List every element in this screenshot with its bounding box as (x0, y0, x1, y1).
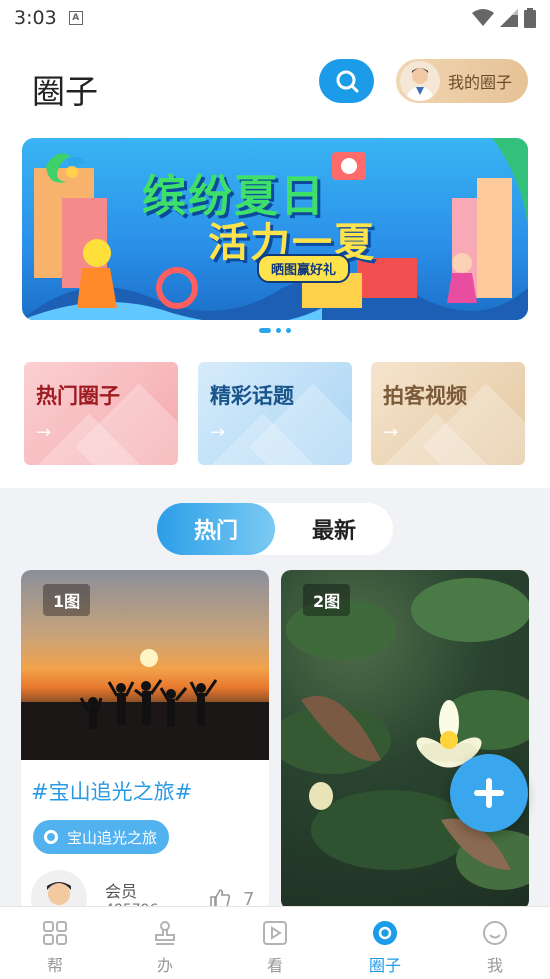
category-topics[interactable]: 精彩话题 → (198, 362, 352, 465)
tab-label: 我 (486, 956, 503, 975)
tab-latest[interactable]: 最新 (275, 503, 393, 555)
tab-label: 看 (266, 956, 283, 975)
search-icon (336, 70, 358, 93)
banner-ribbon: 晒图赢好礼 (257, 254, 351, 283)
photo-count-badge: 1图 (43, 584, 91, 616)
plus-icon (474, 778, 504, 808)
category-label: 拍客视频 (383, 384, 467, 408)
grid-icon (43, 921, 67, 945)
avatar (400, 61, 440, 101)
author-avatar[interactable] (31, 870, 87, 910)
smile-icon (483, 921, 507, 945)
tab-me[interactable]: 我 (440, 907, 550, 979)
post-card[interactable]: 1图 #宝山追光之旅# 宝山追光之旅 会员 485796 7 (21, 570, 269, 910)
circle-icon (373, 921, 397, 945)
status-bar: 3:03 A (0, 0, 550, 36)
notification-icon: A (68, 11, 83, 25)
arrow-right-icon: → (210, 422, 226, 443)
create-post-button[interactable] (450, 754, 528, 832)
category-label: 热门圈子 (36, 384, 120, 408)
status-icons (472, 8, 536, 28)
tab-label: 圈子 (368, 956, 401, 975)
author-name: 会员 (105, 882, 138, 901)
tab-watch[interactable]: 看 (220, 907, 330, 979)
signal-icon (500, 9, 518, 27)
header: 圈子 我的圈子 (0, 50, 550, 120)
my-circle-button[interactable]: 我的圈子 (396, 59, 528, 103)
status-time: 3:03 (14, 7, 57, 29)
page-title: 圈子 (32, 72, 98, 111)
category-videos[interactable]: 拍客视频 → (371, 362, 525, 465)
arrow-right-icon: → (36, 422, 52, 443)
promo-banner[interactable]: 缤纷夏日 活力一夏 晒图赢好礼 (22, 138, 528, 320)
feed-tab-switch: 热门 最新 (157, 503, 393, 555)
tab-services[interactable]: 办 (110, 907, 220, 979)
search-button[interactable] (319, 59, 374, 103)
play-icon (263, 921, 287, 945)
topic-tag-label: 宝山追光之旅 (67, 828, 158, 847)
carousel-dot[interactable] (286, 328, 291, 333)
tab-help[interactable]: 帮 (0, 907, 110, 979)
carousel-dot-active[interactable] (259, 328, 271, 333)
carousel-indicator (0, 328, 550, 333)
my-circle-label: 我的圈子 (448, 73, 513, 92)
banner-logo-icon (46, 153, 86, 183)
tab-label: 帮 (46, 956, 63, 975)
wifi-icon (472, 9, 494, 26)
photo-count-badge: 2图 (303, 584, 351, 616)
tab-circle[interactable]: 圈子 (330, 907, 440, 979)
tab-hot[interactable]: 热门 (157, 503, 275, 555)
post-title[interactable]: #宝山追光之旅# (31, 776, 192, 806)
battery-icon (524, 8, 536, 28)
stamp-icon (155, 921, 175, 945)
water-lily-photo (281, 578, 529, 890)
category-hot-circles[interactable]: 热门圈子 → (24, 362, 178, 465)
topic-tag[interactable]: 宝山追光之旅 (33, 820, 170, 854)
circle-icon (44, 830, 58, 844)
category-label: 精彩话题 (210, 384, 294, 408)
post-image[interactable] (281, 570, 529, 910)
carousel-dot[interactable] (276, 328, 281, 333)
bottom-tab-bar: 帮 办 看 圈子 我 (0, 906, 550, 979)
tab-label: 办 (156, 956, 173, 975)
arrow-right-icon: → (383, 422, 399, 443)
post-card[interactable]: 2图 (281, 570, 529, 910)
